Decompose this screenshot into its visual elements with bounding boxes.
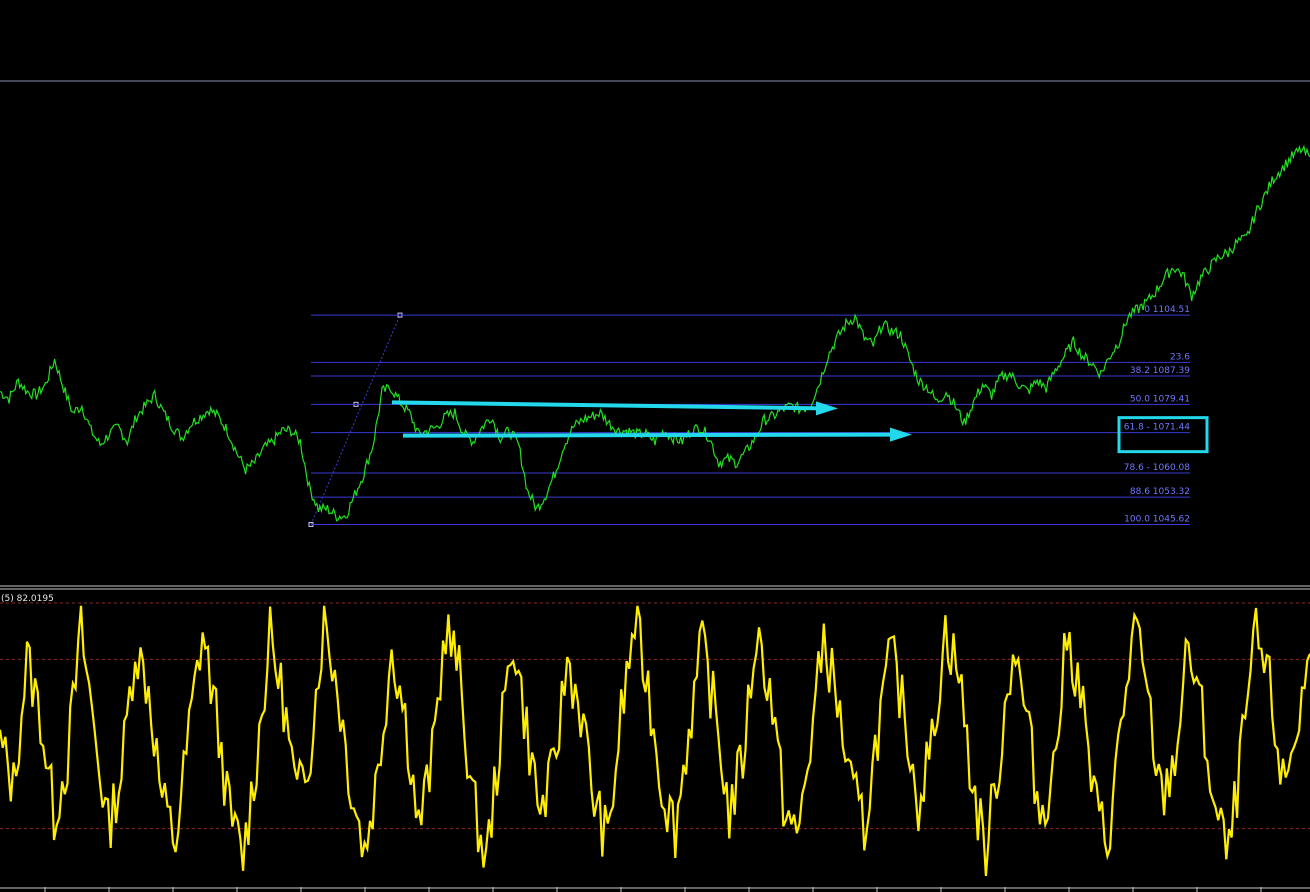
fib-level-label: 88.6 1053.32 (1130, 487, 1190, 497)
oscillator-title: (5) 82.0195 (1, 594, 54, 604)
fib-level-label: 61.8 - 1071.44 (1124, 423, 1190, 433)
annotation-arrow-lower (402, 432, 897, 438)
fib-level-label: 78.6 - 1060.08 (1124, 463, 1190, 473)
fib-level-label: 38.2 1087.39 (1130, 366, 1190, 376)
fib-level-label: 0 1104.51 (1144, 305, 1190, 315)
fib-level-label: 50.0 1079.41 (1130, 394, 1190, 404)
fib-level-label: 100.0 1045.62 (1124, 514, 1190, 524)
trading-chart: 0 1104.51 23.6 38.2 1087.39 50.0 1079.41 61.… (0, 0, 1310, 892)
fib-level-label: 23.6 (1170, 352, 1190, 362)
